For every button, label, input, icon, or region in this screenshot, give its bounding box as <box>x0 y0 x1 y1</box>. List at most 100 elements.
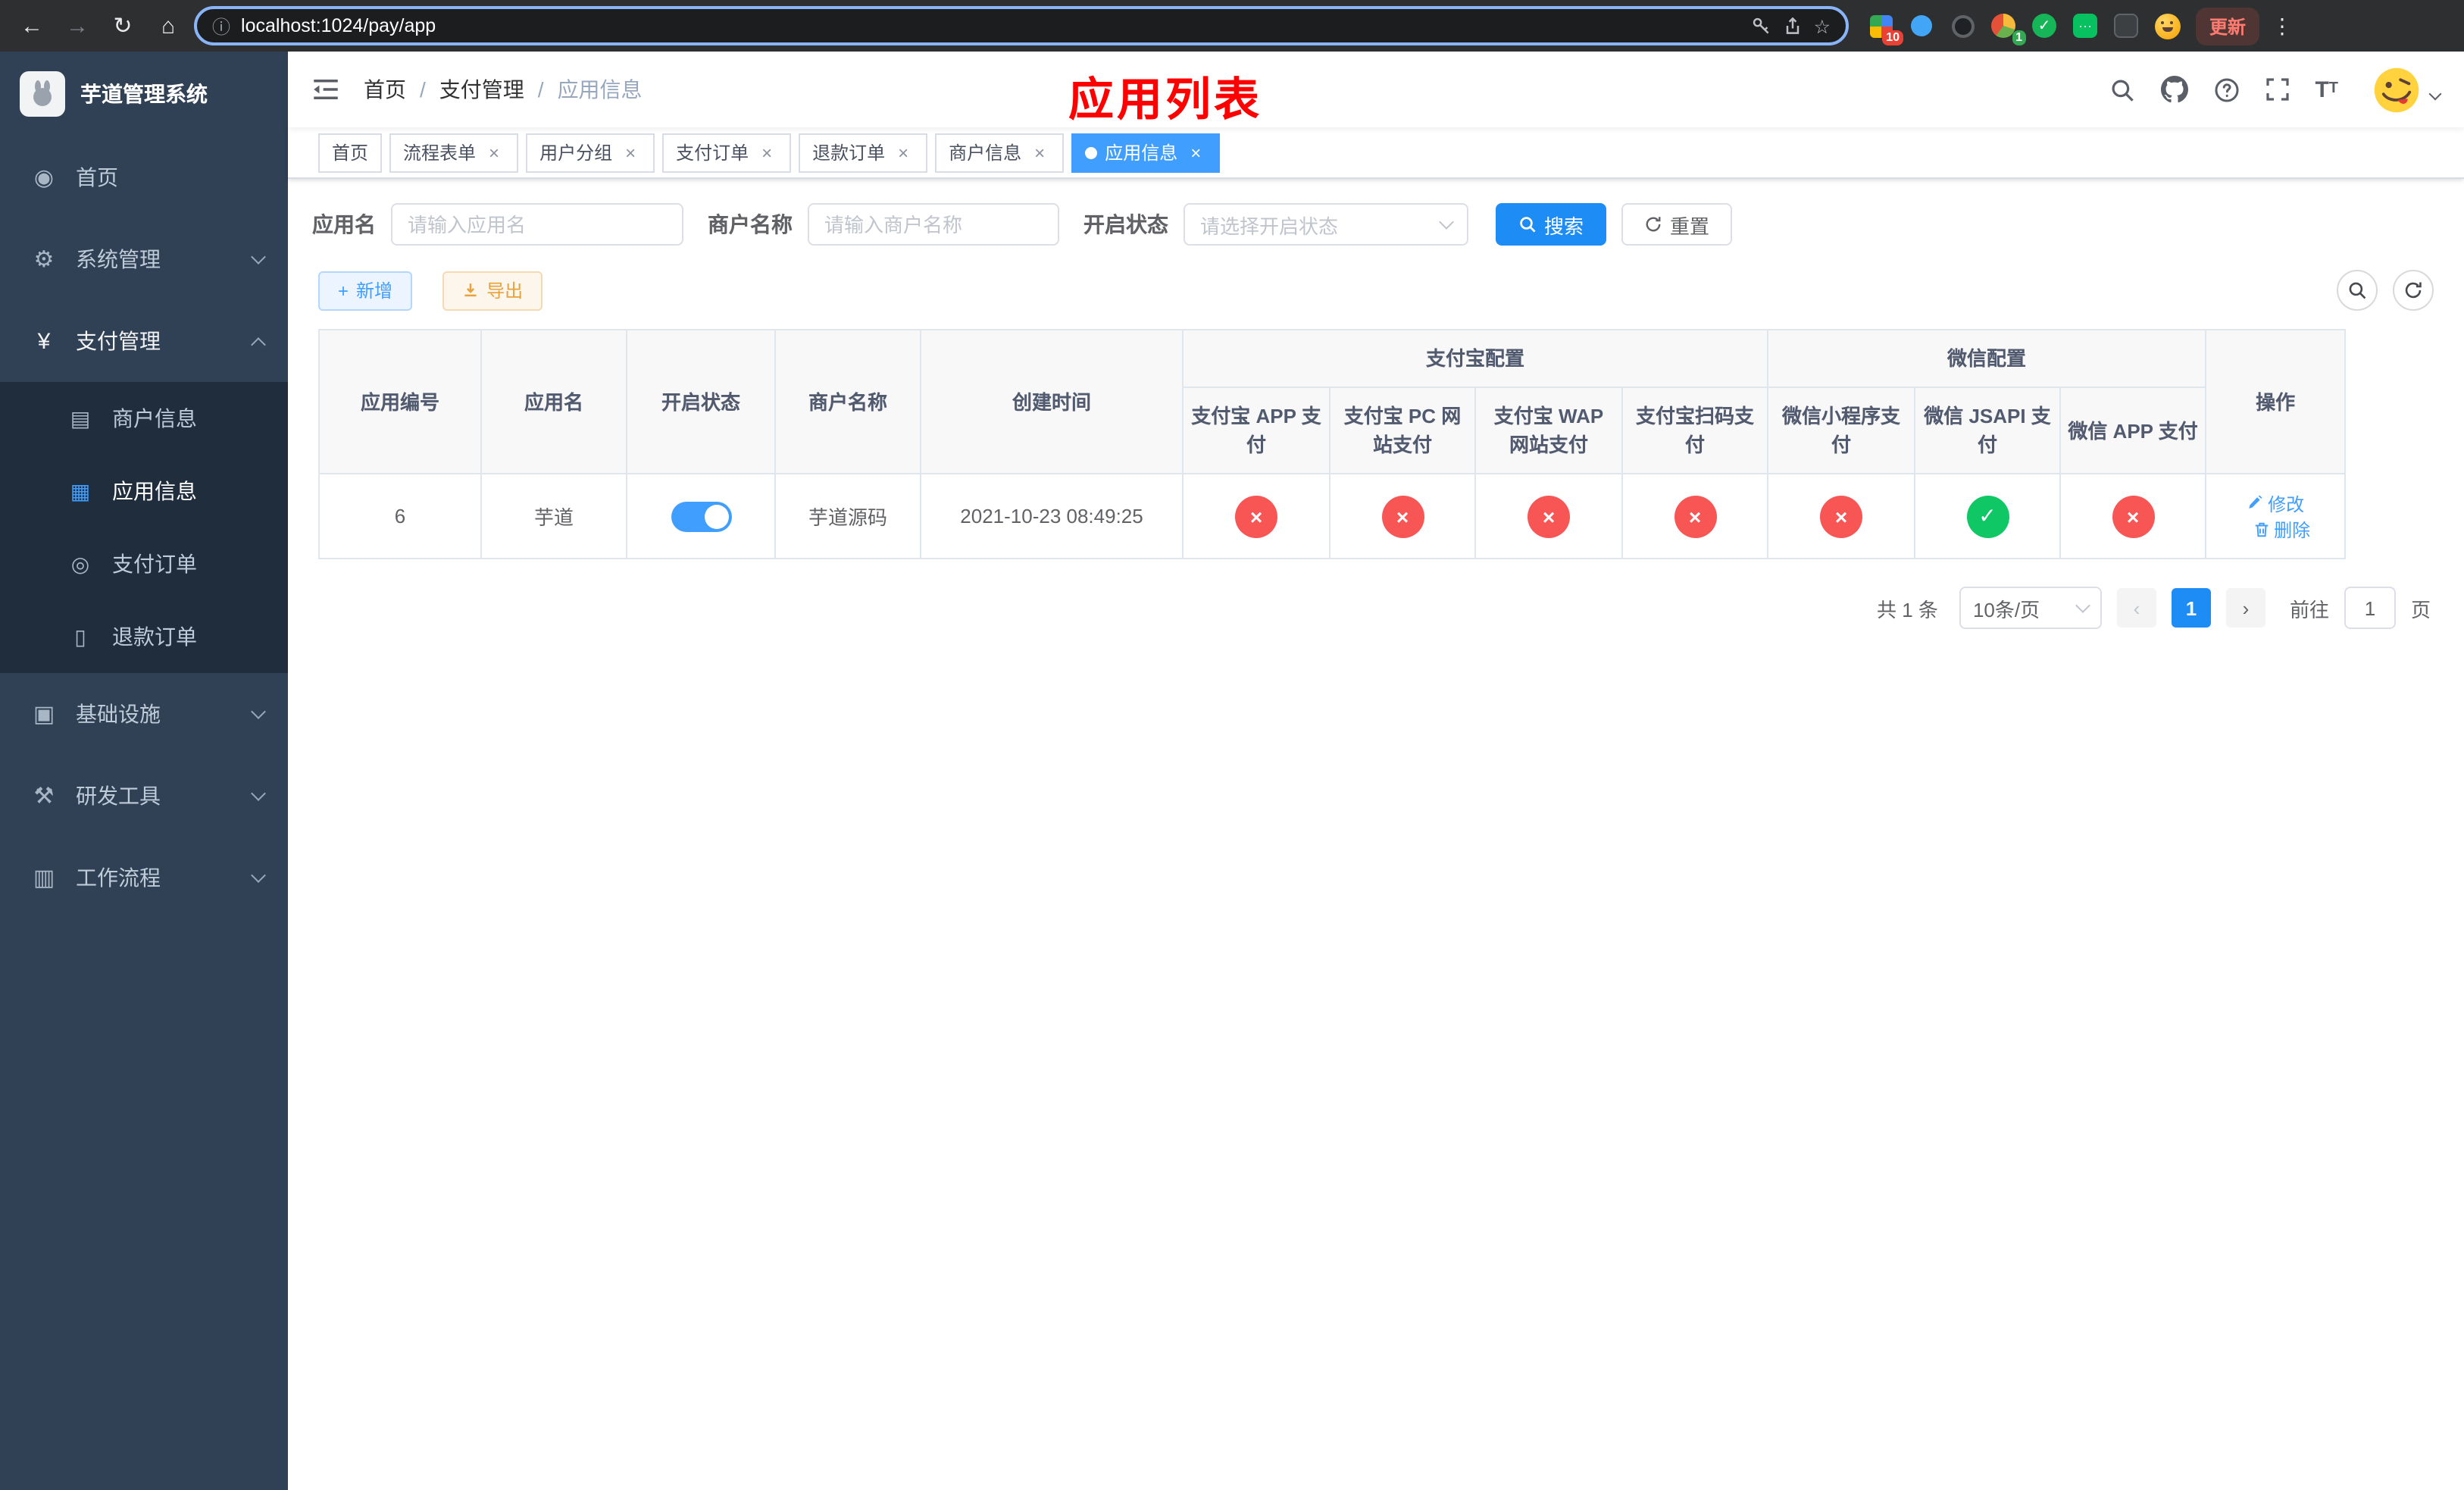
help-icon[interactable] <box>2213 77 2239 102</box>
sidebar-item-pay-order[interactable]: ◎ 支付订单 <box>0 527 288 600</box>
close-icon[interactable]: × <box>483 142 505 163</box>
extension-chat-icon[interactable]: ··· <box>2072 12 2099 39</box>
sidebar-item-merchant-info[interactable]: ▤ 商户信息 <box>0 382 288 455</box>
user-avatar[interactable] <box>2373 66 2442 113</box>
app-name-input[interactable] <box>391 203 683 246</box>
sidebar-item-app-info[interactable]: ▦ 应用信息 <box>0 455 288 527</box>
close-icon[interactable]: × <box>620 142 641 163</box>
breadcrumb-home[interactable]: 首页 <box>364 74 406 105</box>
extension-grid-icon[interactable]: 10 <box>1867 12 1903 45</box>
sidebar-item-label: 支付管理 <box>76 329 161 353</box>
tab-label: 应用信息 <box>1105 142 1178 164</box>
page-size-select[interactable]: 10条/页 <box>1959 587 2102 629</box>
column-header-app-id: 应用编号 <box>318 329 482 474</box>
app-name-label: 应用名 <box>312 212 376 236</box>
next-page-button[interactable]: › <box>2225 588 2265 628</box>
prev-page-button[interactable]: ‹ <box>2116 588 2156 628</box>
browser-reload-button[interactable]: ↻ <box>103 6 142 45</box>
column-header-created: 创建时间 <box>920 329 1184 474</box>
sidebar: 芋道管理系统 ◉ 首页 ⚙ 系统管理 ¥ 支付管理 ▤ 商户信息 ▦ 应用信息 … <box>0 52 288 1490</box>
page-annotation: 应用列表 <box>1068 76 1262 126</box>
cell-alipay-qr: × <box>1621 473 1769 559</box>
app-title: 芋道管理系统 <box>80 82 208 106</box>
toggle-search-button[interactable] <box>2337 270 2378 311</box>
reset-button[interactable]: 重置 <box>1621 203 1733 246</box>
fullscreen-icon[interactable] <box>2265 77 2289 102</box>
font-size-icon[interactable]: TT <box>2315 78 2338 101</box>
reset-button-label: 重置 <box>1670 214 1710 237</box>
tab-merchant-info[interactable]: 商户信息 × <box>935 133 1065 172</box>
tab-process-form[interactable]: 流程表单 × <box>389 133 519 172</box>
address-bar[interactable]: ⓘ localhost:1024/pay/app ☆ <box>194 6 1849 45</box>
status-select[interactable]: 请选择开启状态 <box>1184 203 1468 246</box>
github-icon[interactable] <box>2160 76 2188 103</box>
extensions-puzzle-icon[interactable] <box>2112 12 2140 39</box>
delete-link-label: 删除 <box>2274 519 2311 540</box>
goto-page-input[interactable] <box>2344 587 2396 629</box>
chevron-down-icon <box>251 868 266 883</box>
browser-home-button[interactable]: ⌂ <box>149 6 188 45</box>
chevron-up-icon <box>251 337 266 352</box>
tab-home[interactable]: 首页 <box>318 133 383 172</box>
sidebar-collapse-icon[interactable] <box>312 77 339 102</box>
tab-user-group[interactable]: 用户分组 × <box>526 133 655 172</box>
browser-update-button[interactable]: 更新 <box>2196 7 2260 45</box>
cell-wx-mini: × <box>1767 473 1916 559</box>
credit-card-icon: ▤ <box>70 405 91 430</box>
grid-icon: ▦ <box>70 478 91 502</box>
browser-profile-avatar[interactable] <box>2153 12 2181 39</box>
add-button[interactable]: + 新增 <box>318 271 413 310</box>
sidebar-item-payment[interactable]: ¥ 支付管理 <box>0 300 288 382</box>
bookmark-star-icon[interactable]: ☆ <box>1814 14 1831 37</box>
password-key-icon[interactable] <box>1750 15 1771 36</box>
edit-link[interactable]: 修改 <box>2247 490 2304 516</box>
browser-menu-icon[interactable]: ⋮ <box>2265 13 2299 39</box>
export-button[interactable]: 导出 <box>442 271 543 310</box>
sidebar-menu: ◉ 首页 ⚙ 系统管理 ¥ 支付管理 ▤ 商户信息 ▦ 应用信息 ◎ 支付订单 … <box>0 136 288 919</box>
status-select-placeholder: 请选择开启状态 <box>1200 214 1339 237</box>
sidebar-item-refund-order[interactable]: ▯ 退款订单 <box>0 600 288 673</box>
status-toggle[interactable] <box>671 501 731 531</box>
tab-label: 支付订单 <box>676 142 749 164</box>
column-header-app-name: 应用名 <box>480 329 627 474</box>
tab-label: 首页 <box>332 142 369 164</box>
close-icon[interactable]: × <box>893 142 914 163</box>
close-icon[interactable]: × <box>756 142 777 163</box>
search-button[interactable]: 搜索 <box>1496 203 1607 246</box>
cell-alipay-wap: × <box>1474 473 1623 559</box>
tab-refund-order[interactable]: 退款订单 × <box>799 133 928 172</box>
tags-view: 首页 流程表单 × 用户分组 × 支付订单 × 退款订单 × 商户信息 × 应用信息 × <box>288 127 2464 179</box>
sidebar-item-system[interactable]: ⚙ 系统管理 <box>0 218 288 300</box>
sidebar-item-workflow[interactable]: ▥ 工作流程 <box>0 837 288 919</box>
site-info-icon[interactable]: ⓘ <box>212 13 230 39</box>
search-icon[interactable] <box>2109 77 2134 102</box>
tab-label: 退款订单 <box>812 142 886 164</box>
close-icon[interactable]: × <box>1185 142 1206 163</box>
config-status-icon: × <box>1820 495 1863 537</box>
merchant-name-input[interactable] <box>808 203 1059 246</box>
extension-drop-icon[interactable] <box>1908 12 1935 39</box>
cell-created: 2021-10-23 08:49:25 <box>920 473 1184 559</box>
extension-dark-icon[interactable] <box>1949 12 1976 39</box>
sidebar-item-infrastructure[interactable]: ▣ 基础设施 <box>0 673 288 755</box>
sidebar-item-label: 应用信息 <box>112 479 197 503</box>
column-header-alipay-qr: 支付宝扫码支付 <box>1621 387 1769 474</box>
tab-app-info[interactable]: 应用信息 × <box>1071 133 1221 172</box>
page-number-button[interactable]: 1 <box>2171 588 2211 628</box>
sidebar-item-devtools[interactable]: ⚒ 研发工具 <box>0 755 288 837</box>
tab-label: 商户信息 <box>949 142 1022 164</box>
browser-back-button[interactable]: ← <box>12 6 52 45</box>
cell-status <box>626 473 776 559</box>
delete-link[interactable]: 删除 <box>2253 516 2310 542</box>
share-icon[interactable] <box>1782 15 1803 36</box>
extension-avatar-icon[interactable]: 1 <box>1990 12 2026 45</box>
sidebar-item-home[interactable]: ◉ 首页 <box>0 136 288 218</box>
breadcrumb-payment[interactable]: 支付管理 <box>439 74 524 105</box>
sidebar-item-label: 系统管理 <box>76 247 161 271</box>
tab-pay-order[interactable]: 支付订单 × <box>662 133 792 172</box>
browser-forward-button[interactable]: → <box>58 6 97 45</box>
close-icon[interactable]: × <box>1029 142 1050 163</box>
extension-check-icon[interactable]: ✓ <box>2031 12 2058 39</box>
refresh-button[interactable] <box>2393 270 2434 311</box>
extensions-area: 10 1 ✓ ··· <box>1867 12 2181 45</box>
